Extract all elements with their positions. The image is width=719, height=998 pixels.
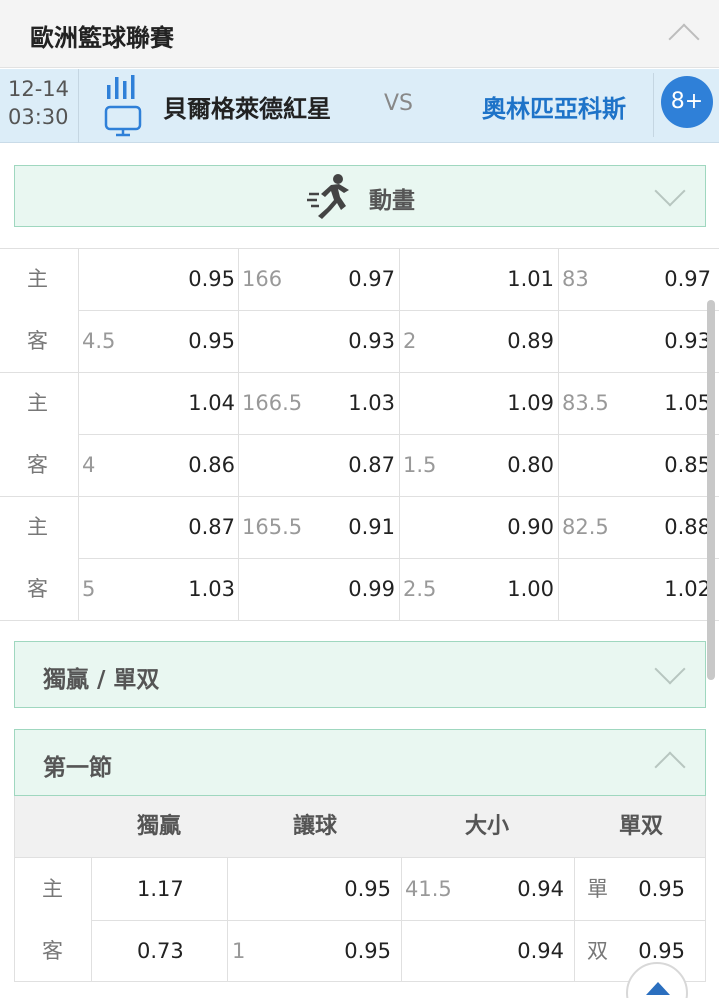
moneyline-panel-header[interactable]: 獨贏 / 單双 [14, 641, 706, 708]
handicap-odd[interactable]: 0.86 [188, 434, 235, 496]
handicap-odd[interactable]: 1.03 [188, 558, 235, 620]
divider [78, 69, 79, 143]
divider [653, 73, 654, 137]
handicap-odd[interactable]: 0.95 [188, 248, 235, 310]
half-total-odd[interactable]: 0.85 [664, 434, 711, 496]
away-team-name: 奧林匹亞科斯 [482, 95, 626, 123]
total-odd[interactable]: 0.93 [348, 310, 395, 372]
home-label: 主 [27, 515, 48, 539]
away-label: 客 [27, 329, 48, 353]
league-title: 歐洲籃球聯賽 [30, 24, 174, 52]
odd-label: 單 [587, 877, 608, 901]
half-handicap-odd[interactable]: 1.00 [507, 558, 554, 620]
half-total-odd[interactable]: 0.97 [664, 248, 711, 310]
handicap-odd[interactable]: 0.95 [344, 920, 391, 982]
half-handicap-odd[interactable]: 1.09 [507, 372, 554, 434]
handicap-line: 4.5 [82, 329, 116, 353]
handicap-line: 1 [232, 939, 246, 963]
total-odd[interactable]: 0.94 [517, 920, 564, 982]
home-label: 主 [42, 877, 63, 901]
handicap-odd[interactable]: 1.04 [188, 372, 235, 434]
half-handicap-line: 1.5 [403, 453, 437, 477]
half-total-odd[interactable]: 0.88 [664, 496, 711, 558]
panel-title: 第一節 [43, 755, 112, 781]
moneyline-odd[interactable]: 1.17 [137, 858, 184, 920]
half-total-odd[interactable]: 1.02 [664, 558, 711, 620]
home-team-name: 貝爾格萊德紅星 [163, 95, 331, 123]
total-odd[interactable]: 0.94 [517, 858, 564, 920]
chevron-up-icon[interactable] [654, 751, 686, 783]
more-markets-badge[interactable]: 8+ [661, 76, 713, 128]
handicap-line: 4 [82, 453, 96, 477]
total-line: 41.5 [405, 877, 452, 901]
live-tv-stats-icon[interactable] [104, 73, 144, 137]
animation-panel-header[interactable]: 動畫 [14, 165, 706, 227]
total-odd[interactable]: 0.97 [348, 248, 395, 310]
half-total-line: 83 [562, 267, 589, 291]
table-header: 獨贏 讓球 大小 單双 [15, 796, 705, 858]
total-line: 166.5 [242, 391, 303, 415]
chevron-down-icon[interactable] [654, 175, 686, 207]
total-line: 166 [242, 267, 283, 291]
away-label: 客 [27, 453, 48, 477]
half-handicap-odd[interactable]: 0.80 [507, 434, 554, 496]
panel-title: 獨贏 / 單双 [43, 667, 160, 693]
chevron-up-icon[interactable] [668, 23, 700, 55]
match-row[interactable]: 12-14 03:30 貝爾格萊德紅星 VS 奧林匹亞科斯 [0, 69, 719, 143]
arrow-up-icon [646, 982, 670, 995]
first-quarter-table: 獨贏 讓球 大小 單双 主 1.17 0.95 41.5 0.94 單 0.95… [14, 796, 706, 982]
match-time: 03:30 [8, 105, 69, 129]
even-label: 双 [587, 939, 608, 963]
away-label: 客 [27, 577, 48, 601]
half-handicap-line: 2 [403, 329, 417, 353]
running-man-icon [307, 174, 349, 219]
home-label: 主 [27, 267, 48, 291]
first-quarter-panel-header[interactable]: 第一節 [14, 729, 706, 796]
half-handicap-line: 2.5 [403, 577, 437, 601]
total-odd[interactable]: 1.03 [348, 372, 395, 434]
away-label: 客 [42, 939, 63, 963]
header-handicap: 讓球 [293, 814, 338, 839]
half-total-odd[interactable]: 1.05 [664, 372, 711, 434]
total-odd[interactable]: 0.87 [348, 434, 395, 496]
handicap-line: 5 [82, 577, 96, 601]
league-header[interactable]: 歐洲籃球聯賽 [0, 0, 719, 68]
animation-label: 動畫 [369, 188, 415, 214]
match-datetime: 12-14 03:30 [8, 75, 69, 131]
scrollbar[interactable] [707, 300, 715, 680]
total-odd[interactable]: 0.91 [348, 496, 395, 558]
header-moneyline: 獨贏 [137, 814, 182, 839]
odd-even-odd[interactable]: 0.95 [638, 858, 685, 920]
half-handicap-odd[interactable]: 0.89 [507, 310, 554, 372]
handicap-odd[interactable]: 0.87 [188, 496, 235, 558]
header-total: 大小 [465, 814, 510, 839]
total-odd[interactable]: 0.99 [348, 558, 395, 620]
half-total-line: 83.5 [562, 391, 609, 415]
moneyline-odd[interactable]: 0.73 [137, 920, 184, 982]
half-total-odd[interactable]: 0.93 [664, 310, 711, 372]
vs-label: VS [384, 91, 414, 116]
half-handicap-odd[interactable]: 1.01 [507, 248, 554, 310]
total-line: 165.5 [242, 515, 303, 539]
header-odd-even: 單双 [619, 814, 664, 839]
match-date: 12-14 [8, 77, 70, 101]
half-handicap-odd[interactable]: 0.90 [507, 496, 554, 558]
home-label: 主 [27, 391, 48, 415]
chevron-down-icon[interactable] [654, 653, 686, 685]
odds-table: 主 0.95 166 0.97 1.01 83 0.97 客 4.5 0.95 … [0, 248, 719, 621]
handicap-odd[interactable]: 0.95 [188, 310, 235, 372]
half-total-line: 82.5 [562, 515, 609, 539]
handicap-odd[interactable]: 0.95 [344, 858, 391, 920]
